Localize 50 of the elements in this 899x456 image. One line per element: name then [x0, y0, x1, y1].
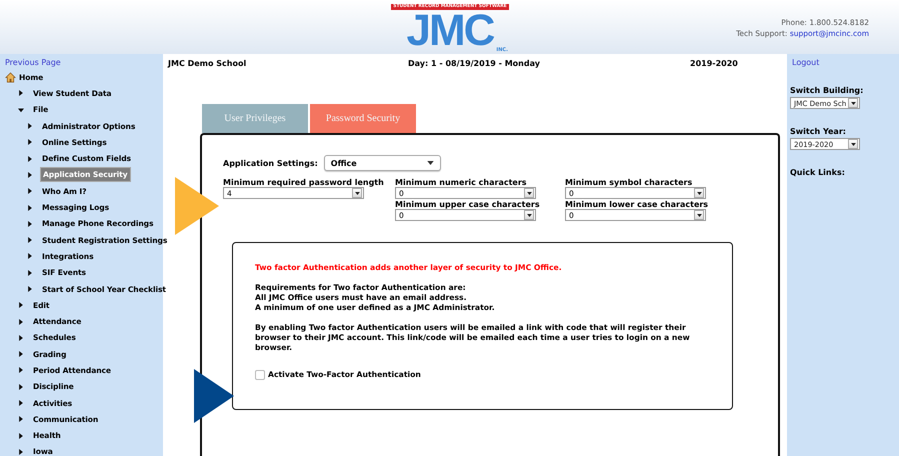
- field-label: Minimum upper case characters: [395, 200, 541, 209]
- quick-links-label: Quick Links:: [790, 168, 845, 177]
- caret-right-icon[interactable]: [18, 367, 24, 374]
- field-label: Minimum required password length: [223, 178, 385, 187]
- caret-down-icon: [354, 192, 360, 194]
- application-settings-dropdown[interactable]: Office: [324, 155, 441, 171]
- school-year: 2019-2020: [689, 59, 739, 68]
- switch-year-label: Switch Year:: [790, 127, 846, 136]
- pointer-arrow-icon: [175, 177, 219, 235]
- caret-down-icon: [696, 214, 702, 216]
- caret-right-icon[interactable]: [18, 432, 24, 439]
- caret-right-icon[interactable]: [18, 400, 24, 406]
- field-label: Minimum numeric characters: [395, 178, 528, 187]
- caret-down-icon[interactable]: [18, 106, 24, 113]
- caret-down-icon: [426, 161, 434, 165]
- pointer-arrow-icon: [194, 369, 234, 423]
- caret-down-icon: [850, 102, 856, 104]
- caret-right-icon[interactable]: [27, 286, 33, 292]
- caret-right-icon[interactable]: [18, 302, 24, 308]
- caret-down-icon: [526, 192, 532, 194]
- caret-right-icon[interactable]: [27, 253, 33, 260]
- switch-building-label: Switch Building:: [790, 86, 864, 95]
- caret-right-icon[interactable]: [27, 220, 33, 227]
- school-name: JMC Demo School: [168, 59, 248, 68]
- checkbox[interactable]: [255, 370, 265, 380]
- field-label: Application Settings:: [223, 158, 318, 168]
- caret-right-icon[interactable]: [27, 172, 33, 178]
- caret-right-icon[interactable]: [27, 123, 33, 130]
- house-icon: [5, 72, 16, 83]
- field-label: Minimum symbol characters: [565, 178, 694, 187]
- caret-right-icon[interactable]: [18, 351, 24, 358]
- caret-down-icon: [696, 192, 702, 194]
- previous-page-link[interactable]: Previous Page: [0, 56, 66, 69]
- caret-right-icon[interactable]: [18, 448, 24, 455]
- caret-right-icon[interactable]: [18, 416, 24, 422]
- caret-right-icon[interactable]: [27, 188, 33, 194]
- caret-right-icon[interactable]: [18, 384, 24, 390]
- caret-right-icon[interactable]: [18, 90, 24, 96]
- day-date: Day: 1 - 08/19/2019 - Monday: [408, 59, 541, 68]
- caret-right-icon[interactable]: [18, 318, 24, 325]
- caret-right-icon[interactable]: [27, 270, 33, 276]
- caret-right-icon[interactable]: [27, 139, 33, 146]
- logout-link[interactable]: Logout: [787, 56, 824, 69]
- caret-right-icon[interactable]: [27, 237, 33, 244]
- field-label: Minimum lower case characters: [565, 200, 710, 209]
- caret-right-icon[interactable]: [18, 334, 24, 341]
- caret-down-icon: [526, 214, 532, 216]
- caret-right-icon[interactable]: [27, 204, 33, 211]
- caret-right-icon[interactable]: [27, 156, 33, 162]
- caret-down-icon: [850, 142, 856, 146]
